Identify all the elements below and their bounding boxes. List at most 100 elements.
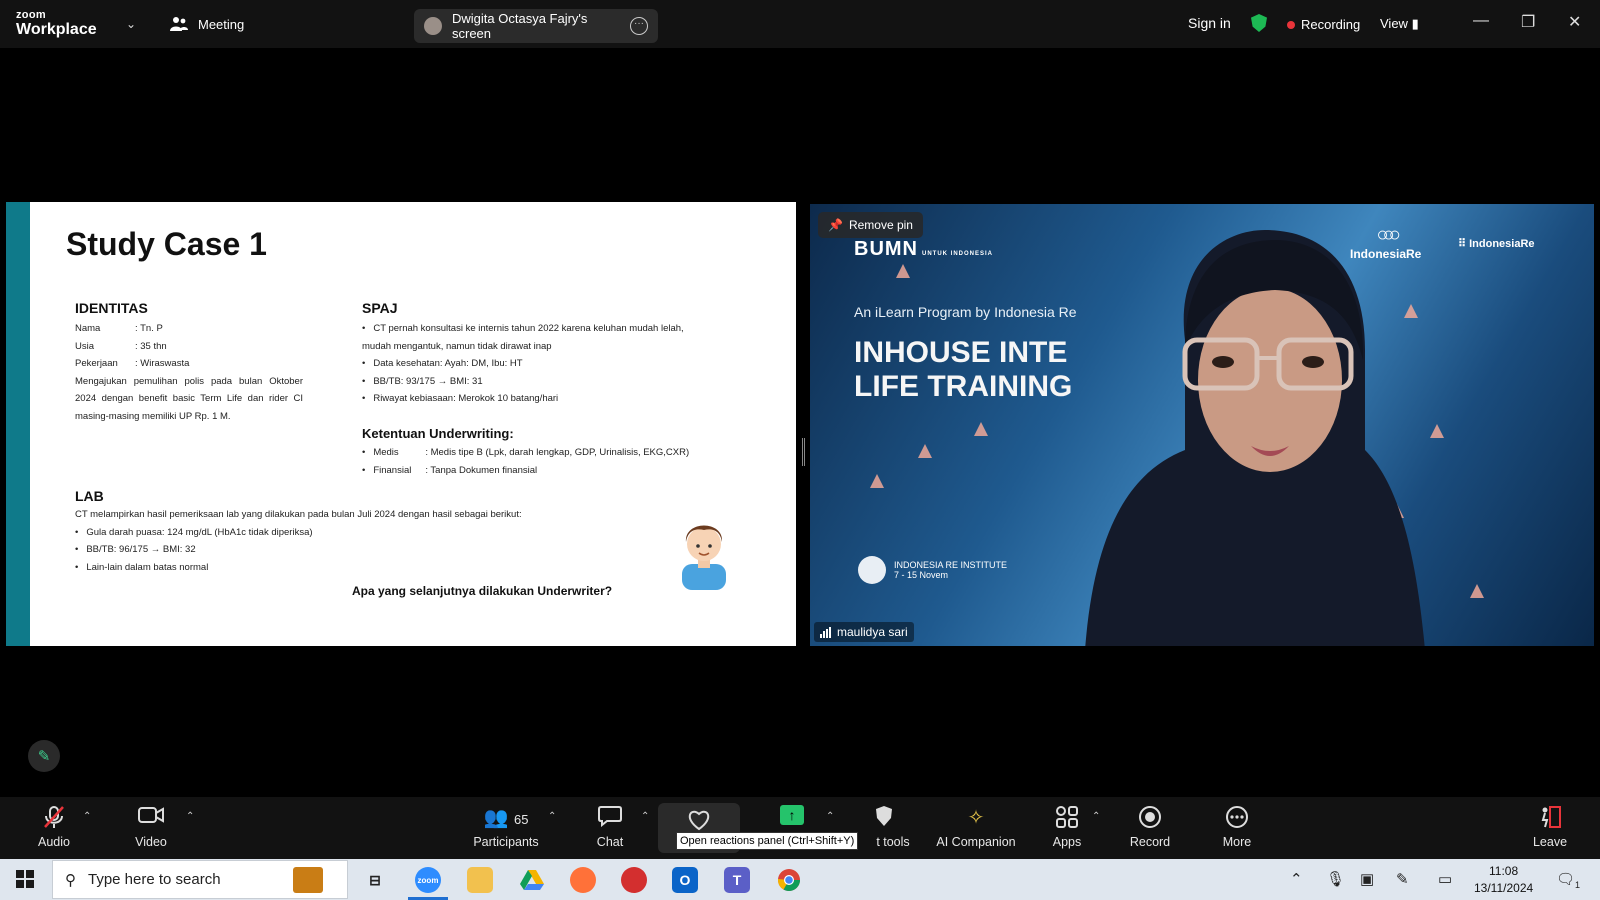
- field-key: Usia: [75, 340, 95, 352]
- list-item: Finansial: Tanpa Dokumen finansial: [362, 462, 752, 480]
- participant-figure: [1085, 230, 1425, 646]
- participants-caret-icon[interactable]: ⌃: [548, 811, 556, 822]
- recording-indicator[interactable]: Recording: [1287, 17, 1360, 32]
- video-tile[interactable]: 📌 Remove pin BUMN UNTUK INDONESIA ○○○ Ind…: [810, 204, 1594, 646]
- zoom-app-icon[interactable]: zoom: [415, 867, 441, 893]
- screen-share-pill[interactable]: Dwigita Octasya Fajry's screen ···: [414, 9, 658, 43]
- firefox-icon[interactable]: [570, 867, 596, 893]
- list-item: Data kesehatan: Ayah: DM, Ibu: HT: [362, 355, 712, 373]
- clock-date: 13/11/2024: [1474, 881, 1534, 895]
- decor-triangle: [896, 264, 910, 278]
- minimize-icon[interactable]: —: [1473, 12, 1489, 30]
- chat-button[interactable]: Chat: [570, 805, 650, 849]
- spaj-heading: SPAJ: [362, 300, 398, 316]
- share-screen-button[interactable]: ↑: [752, 805, 832, 835]
- program-text: An iLearn Program by Indonesia Re: [854, 304, 1077, 320]
- remove-pin-button[interactable]: 📌 Remove pin: [818, 212, 923, 238]
- institute-logo-icon: [858, 556, 886, 584]
- shield-icon[interactable]: [1251, 14, 1267, 32]
- file-explorer-icon[interactable]: [467, 867, 493, 893]
- search-icon: ⚲: [65, 871, 76, 889]
- list-item: Gula darah puasa: 124 mg/dL (HbA1c tidak…: [75, 524, 595, 542]
- record-button[interactable]: Record: [1110, 805, 1190, 849]
- view-icon: ▮: [1411, 16, 1419, 31]
- meeting-button[interactable]: Meeting: [170, 16, 244, 32]
- headline-line2: LIFE TRAINING: [854, 370, 1073, 403]
- chevron-down-icon[interactable]: ⌄: [126, 17, 136, 31]
- field-value: : Tn. P: [135, 323, 163, 334]
- search-placeholder: Type here to search: [88, 871, 221, 888]
- display-icon[interactable]: ▣: [1360, 870, 1374, 888]
- chat-caret-icon[interactable]: ⌃: [641, 811, 649, 822]
- recording-dot-icon: [1287, 20, 1295, 29]
- list-item: Lain-lain dalam batas normal: [75, 559, 595, 577]
- chat-icon: [598, 805, 622, 831]
- ai-companion-label: AI Companion: [936, 835, 1016, 849]
- tray-chevron-up-icon[interactable]: ⌃: [1290, 870, 1303, 888]
- screen-share-label: Dwigita Octasya Fajry's screen: [452, 11, 588, 41]
- host-tools-label: t tools: [876, 835, 910, 849]
- leave-button[interactable]: Leave: [1510, 805, 1590, 849]
- audio-options-caret-icon[interactable]: ⌃: [83, 811, 91, 822]
- close-icon[interactable]: ✕: [1568, 12, 1581, 32]
- indonesiare-institute-logo: ⠿ IndonesiaRe: [1458, 237, 1535, 250]
- view-button[interactable]: View ▮: [1380, 16, 1419, 32]
- chat-label: Chat: [596, 835, 624, 849]
- windows-start-icon[interactable]: [16, 870, 34, 893]
- teams-icon[interactable]: T: [724, 867, 750, 893]
- taskbar-clock[interactable]: 11:08 13/11/2024: [1474, 863, 1533, 897]
- more-button[interactable]: More: [1197, 805, 1277, 849]
- participants-icon: 👥 65: [483, 807, 529, 829]
- logo-line2: Workplace: [16, 21, 97, 38]
- share-caret-icon[interactable]: ⌃: [826, 811, 834, 822]
- security-app-icon[interactable]: [621, 867, 647, 893]
- grid-icon: ⠿: [1458, 238, 1467, 250]
- field-key: Pekerjaan: [75, 358, 118, 369]
- taskbar-search-input[interactable]: ⚲ Type here to search: [52, 860, 348, 899]
- view-label: View: [1380, 16, 1408, 31]
- signal-icon: [820, 626, 831, 638]
- chrome-icon[interactable]: [776, 867, 802, 893]
- more-label: More: [1222, 835, 1252, 849]
- spaj-list: CT pernah konsultasi ke internis tahun 2…: [362, 320, 712, 408]
- list-item: Medis: Medis tipe B (Lpk, darah lengkap,…: [362, 444, 752, 462]
- apps-caret-icon[interactable]: ⌃: [1092, 811, 1100, 822]
- outlook-icon[interactable]: O: [672, 867, 698, 893]
- notifications-icon[interactable]: 🗨1: [1556, 870, 1580, 890]
- logo-line1: zoom: [16, 9, 46, 21]
- more-options-icon[interactable]: ···: [630, 17, 648, 35]
- microphone-icon[interactable]: 🎙: [1326, 870, 1345, 888]
- keyboard-icon[interactable]: ▭: [1438, 870, 1452, 888]
- people-icon: [170, 17, 188, 31]
- title-bar: zoom Workplace ⌄ Meeting Dwigita Octasya…: [0, 0, 1600, 48]
- field-value: : 35 thn: [135, 340, 167, 352]
- lab-heading: LAB: [75, 488, 104, 504]
- uw-value: : Medis tipe B (Lpk, darah lengkap, GDP,…: [425, 447, 690, 458]
- avatar: [424, 17, 442, 35]
- pen-tray-icon[interactable]: ✎: [1396, 870, 1409, 888]
- resize-handle[interactable]: [802, 438, 805, 466]
- ai-companion-button[interactable]: ✧ AI Companion: [926, 805, 1026, 849]
- annotate-pen-icon[interactable]: ✎: [28, 740, 60, 772]
- notification-count: 1: [1575, 880, 1581, 890]
- briefcase-icon: [293, 867, 323, 893]
- google-drive-icon[interactable]: [519, 867, 545, 893]
- institute-date: 7 - 15 Novem: [894, 570, 949, 580]
- restore-icon[interactable]: ❐: [1521, 12, 1535, 32]
- audio-button[interactable]: Audio: [14, 805, 94, 849]
- video-button[interactable]: Video: [111, 805, 191, 849]
- video-options-caret-icon[interactable]: ⌃: [186, 811, 194, 822]
- decor-triangle: [1470, 584, 1484, 598]
- participants-button[interactable]: 👥 65 Participants: [456, 805, 556, 849]
- recording-label: Recording: [1301, 17, 1361, 32]
- field-row: Nama: Tn. P: [75, 320, 303, 338]
- remove-pin-label: Remove pin: [848, 218, 913, 232]
- zoom-window: zoom Workplace ⌄ Meeting Dwigita Octasya…: [0, 0, 1600, 900]
- identitas-paragraph: Mengajukan pemulihan polis pada bulan Ok…: [75, 375, 303, 422]
- pin-icon: 📌: [828, 218, 843, 232]
- list-item: Riwayat kebiasaan: Merokok 10 batang/har…: [362, 390, 712, 408]
- task-view-icon[interactable]: ⊟: [362, 867, 388, 893]
- sign-in-button[interactable]: Sign in: [1188, 15, 1231, 31]
- meeting-label: Meeting: [198, 16, 245, 32]
- uw-value: : Tanpa Dokumen finansial: [425, 464, 538, 476]
